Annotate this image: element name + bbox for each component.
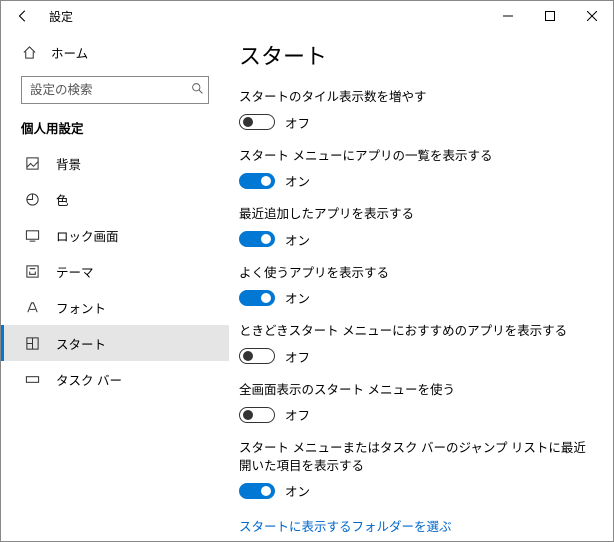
sidebar-item-colors[interactable]: 色 xyxy=(1,181,229,217)
colors-icon xyxy=(24,192,40,207)
toggle-state-label: オン xyxy=(285,230,310,249)
close-button[interactable] xyxy=(571,1,613,31)
setting-row: スタートのタイル表示数を増やすオフ xyxy=(239,89,589,132)
sidebar-section-label: 個人用設定 xyxy=(1,118,229,145)
content-area: スタート スタートのタイル表示数を増やすオフスタート メニューにアプリの一覧を表… xyxy=(229,31,613,541)
start-icon xyxy=(24,336,40,351)
page-title: スタート xyxy=(239,39,589,71)
setting-label: スタート メニューまたはタスク バーのジャンプ リストに最近開いた項目を表示する xyxy=(239,440,589,475)
setting-row: ときどきスタート メニューにおすすめのアプリを表示するオフ xyxy=(239,323,589,366)
sidebar-item-label: フォント xyxy=(56,298,106,317)
setting-label: スタート メニューにアプリの一覧を表示する xyxy=(239,148,589,166)
sidebar-home-label: ホーム xyxy=(51,43,88,62)
sidebar-item-fonts[interactable]: フォント xyxy=(1,289,229,325)
toggle-state-label: オフ xyxy=(285,113,310,132)
minimize-button[interactable] xyxy=(487,1,529,31)
toggle-state-label: オフ xyxy=(285,405,310,424)
setting-label: ときどきスタート メニューにおすすめのアプリを表示する xyxy=(239,323,589,341)
sidebar-item-label: 色 xyxy=(56,190,69,209)
sidebar-item-themes[interactable]: テーマ xyxy=(1,253,229,289)
setting-row: スタート メニューにアプリの一覧を表示するオン xyxy=(239,148,589,191)
setting-row: よく使うアプリを表示するオン xyxy=(239,265,589,308)
sidebar-item-label: テーマ xyxy=(56,262,94,281)
maximize-button[interactable] xyxy=(529,1,571,31)
toggle-switch[interactable] xyxy=(239,483,275,499)
toggle-switch[interactable] xyxy=(239,114,275,130)
toggle-switch[interactable] xyxy=(239,290,275,306)
home-icon xyxy=(21,45,37,60)
sidebar-item-taskbar[interactable]: タスク バー xyxy=(1,361,229,397)
window-title: 設定 xyxy=(49,8,73,25)
window-controls xyxy=(487,1,613,31)
toggle-switch[interactable] xyxy=(239,231,275,247)
setting-label: よく使うアプリを表示する xyxy=(239,265,589,283)
toggle-switch[interactable] xyxy=(239,348,275,364)
sidebar: ホーム 個人用設定 背景色ロック画面テーマフォントスタートタスク バー xyxy=(1,31,229,541)
sidebar-item-lock-screen[interactable]: ロック画面 xyxy=(1,217,229,253)
taskbar-icon xyxy=(24,372,40,387)
sidebar-item-label: タスク バー xyxy=(56,370,122,389)
fonts-icon xyxy=(24,300,40,315)
themes-icon xyxy=(24,264,40,279)
sidebar-item-start[interactable]: スタート xyxy=(1,325,229,361)
search-input[interactable] xyxy=(30,83,191,97)
lock-screen-icon xyxy=(24,228,40,243)
setting-label: 最近追加したアプリを表示する xyxy=(239,206,589,224)
choose-folders-link[interactable]: スタートに表示するフォルダーを選ぶ xyxy=(239,516,452,535)
search-box[interactable] xyxy=(21,76,209,104)
sidebar-home[interactable]: ホーム xyxy=(1,37,229,72)
setting-label: スタートのタイル表示数を増やす xyxy=(239,89,589,107)
back-button[interactable] xyxy=(9,2,37,30)
background-icon xyxy=(24,156,40,171)
sidebar-item-label: 背景 xyxy=(56,154,81,173)
toggle-state-label: オン xyxy=(285,288,310,307)
toggle-switch[interactable] xyxy=(239,173,275,189)
setting-row: スタート メニューまたはタスク バーのジャンプ リストに最近開いた項目を表示する… xyxy=(239,440,589,500)
toggle-state-label: オン xyxy=(285,171,310,190)
setting-row: 全画面表示のスタート メニューを使うオフ xyxy=(239,382,589,425)
toggle-state-label: オン xyxy=(285,481,310,500)
sidebar-item-label: スタート xyxy=(56,334,106,353)
toggle-state-label: オフ xyxy=(285,347,310,366)
setting-row: 最近追加したアプリを表示するオン xyxy=(239,206,589,249)
toggle-switch[interactable] xyxy=(239,407,275,423)
search-icon xyxy=(191,82,204,98)
sidebar-item-label: ロック画面 xyxy=(56,226,119,245)
setting-label: 全画面表示のスタート メニューを使う xyxy=(239,382,589,400)
sidebar-item-background[interactable]: 背景 xyxy=(1,145,229,181)
titlebar: 設定 xyxy=(1,1,613,31)
